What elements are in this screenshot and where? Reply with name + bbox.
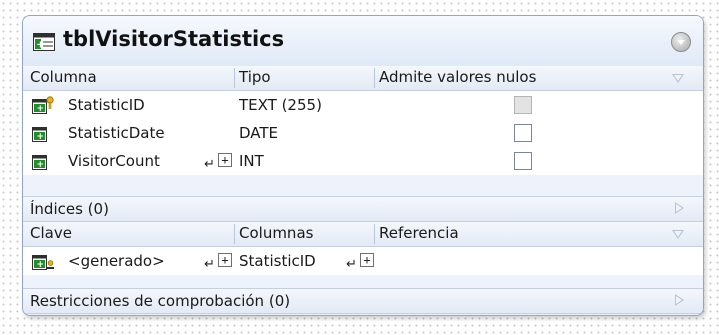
keys-header: Clave Columnas Referencia: [23, 222, 703, 247]
svg-text:+: +: [37, 260, 45, 270]
expand-check-constraints-icon[interactable]: [675, 294, 684, 306]
column-divider[interactable]: [234, 224, 235, 244]
key-row[interactable]: + <generado> ↵ + StatisticID ↵ +: [23, 247, 703, 275]
column-icon: +: [32, 152, 56, 174]
key-icon: +: [32, 252, 56, 274]
indexes-section-label: Índices (0): [30, 200, 109, 218]
svg-text:+: +: [37, 104, 45, 114]
expand-column-button[interactable]: +: [218, 153, 232, 167]
nullable-checkbox[interactable]: [514, 152, 532, 170]
key-header-reference[interactable]: Referencia: [379, 224, 459, 242]
expand-indexes-icon[interactable]: [675, 202, 684, 214]
return-arrow-icon: ↵: [204, 157, 215, 172]
key-header-name[interactable]: Clave: [30, 224, 72, 242]
column-icon: +: [32, 124, 56, 146]
svg-text:+: +: [37, 160, 45, 170]
return-arrow-icon: ↵: [346, 257, 357, 272]
chevron-down-icon: [677, 40, 685, 45]
check-constraints-section-header[interactable]: Restricciones de comprobación (0): [23, 288, 703, 314]
collapse-columns-icon[interactable]: [672, 74, 684, 83]
expand-key-columns-button[interactable]: +: [360, 253, 374, 267]
expand-key-button[interactable]: +: [218, 253, 232, 267]
collapse-keys-icon[interactable]: [672, 230, 684, 239]
key-name[interactable]: <generado>: [68, 252, 165, 270]
table-menu-button[interactable]: [671, 32, 691, 52]
column-type[interactable]: INT: [239, 152, 264, 170]
column-divider[interactable]: [374, 224, 375, 244]
svg-text:+: +: [36, 40, 44, 51]
column-type[interactable]: DATE: [239, 124, 278, 142]
nullable-checkbox[interactable]: [514, 124, 532, 142]
check-constraints-section-label: Restricciones de comprobación (0): [30, 292, 291, 310]
table-design-box[interactable]: + tblVisitorStatistics Columna Tipo Admi…: [22, 15, 704, 316]
table-name[interactable]: tblVisitorStatistics: [63, 27, 284, 51]
column-header-name[interactable]: Columna: [30, 68, 97, 86]
key-columns[interactable]: StatisticID: [239, 252, 316, 270]
column-divider[interactable]: [374, 68, 375, 88]
column-name[interactable]: VisitorCount: [68, 152, 160, 170]
return-arrow-icon: ↵: [204, 257, 215, 272]
columns-header: Columna Tipo Admite valores nulos: [23, 66, 703, 91]
table-title-bar[interactable]: + tblVisitorStatistics: [23, 16, 703, 67]
key-header-columns[interactable]: Columnas: [239, 224, 313, 242]
table-icon: +: [33, 33, 55, 55]
column-name[interactable]: StatisticID: [68, 96, 145, 114]
column-header-nullable[interactable]: Admite valores nulos: [379, 68, 536, 86]
column-type[interactable]: TEXT (255): [239, 96, 322, 114]
column-row[interactable]: + StatisticDate DATE: [23, 119, 703, 147]
column-divider[interactable]: [234, 68, 235, 88]
primary-key-column-icon: +: [32, 96, 56, 118]
column-row[interactable]: + StatisticID TEXT (255): [23, 91, 703, 119]
svg-text:+: +: [37, 132, 45, 142]
nullable-checkbox: [514, 96, 532, 114]
column-header-type[interactable]: Tipo: [239, 68, 271, 86]
column-name[interactable]: StatisticDate: [68, 124, 165, 142]
column-row[interactable]: + VisitorCount ↵ + INT: [23, 147, 703, 175]
indexes-section-header[interactable]: Índices (0): [23, 196, 703, 222]
